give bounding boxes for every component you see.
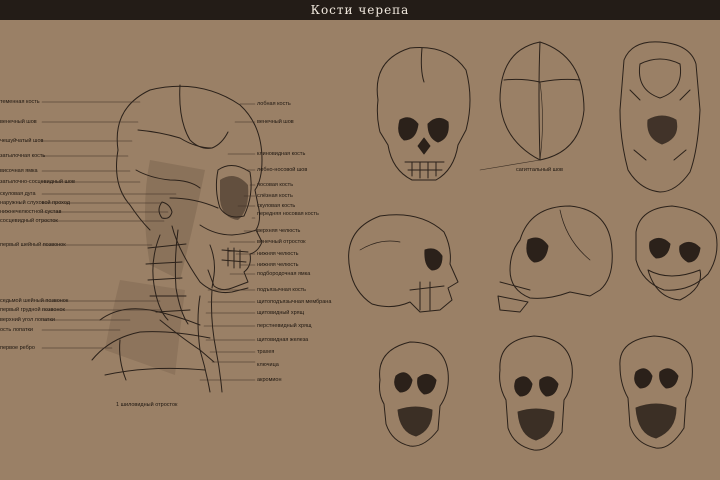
label-left: наружный слуховой проход [0, 200, 71, 206]
label-left: ость лопатки [0, 327, 33, 333]
label-left: теменная кость [0, 99, 40, 105]
top-skull-drawing [479, 41, 585, 171]
open-jaw-skull-1 [379, 341, 449, 447]
front-skull-drawing [376, 46, 471, 181]
label-right: щитоподъязычная мембрана [257, 299, 332, 305]
label-left: скуловая дуга [0, 191, 36, 197]
label-left: височная ямка [0, 168, 38, 174]
label-right: лобно-носовой шов [257, 167, 308, 173]
label-right: подъязычная кость [257, 287, 307, 293]
label-left: седьмой шейный позвонок [0, 298, 69, 304]
label-right: венечный шов [257, 119, 294, 125]
label-right: передняя носовая кость [257, 211, 319, 217]
tilted-skull-drawing [635, 205, 718, 301]
three-quarter-skull-drawing [497, 205, 613, 313]
label-right: ключица [257, 362, 279, 368]
label-right: перстневидный хрящ [257, 323, 312, 329]
label-left: первый грудной позвонок [0, 307, 65, 313]
label-left: верхний угол лопатки [0, 317, 55, 323]
label-right: скуловая кость [257, 203, 296, 209]
side-skull-drawing [348, 214, 459, 313]
label-left: первый шейный позвонок [0, 242, 66, 248]
drawing-sheet: Кости черепа теменная кость венечный шов… [0, 0, 720, 480]
bottom-skull-drawing [619, 41, 701, 193]
profile-skull-drawing [91, 84, 263, 393]
label-right: клиновидная кость [257, 151, 306, 157]
label-right: лобная кость [257, 101, 291, 107]
label-left: чешуйчатый шов [0, 138, 44, 144]
illustration [41, 41, 718, 451]
label-left: затылочная кость [0, 153, 46, 159]
label-right: щитовидная железа [257, 337, 309, 343]
sagittal-suture-label: сагиттальный шов [516, 167, 563, 173]
label-right: венечный отросток [257, 239, 306, 245]
title-bar: Кости черепа [0, 0, 720, 20]
label-right: трахея [257, 349, 275, 355]
open-jaw-skull-2 [499, 335, 573, 451]
label-right: акромион [257, 377, 282, 383]
label-right: слёзная кость [257, 193, 293, 199]
label-right: носовая кость [257, 182, 294, 188]
label-right: щитовидный хрящ [257, 310, 305, 316]
label-left: затылочно-сосцевидный шов [0, 179, 75, 185]
leader-lines-right [199, 103, 256, 381]
label-right: верхняя челюсть [257, 228, 301, 234]
label-left: первое ребро [0, 345, 35, 351]
label-left: нижнечелюстной сустав [0, 209, 62, 215]
label-right: нижняя челюсть [257, 251, 299, 257]
open-jaw-skull-3 [619, 335, 693, 449]
label-right: нижняя челюсть [257, 262, 299, 268]
label-left: венечный шов [0, 119, 37, 125]
page-title: Кости черепа [310, 3, 410, 17]
footnote: 1 шиловидный отросток [116, 402, 178, 408]
label-right: подбородочная ямка [257, 271, 311, 277]
label-left: сосцевидный отросток [0, 218, 58, 224]
